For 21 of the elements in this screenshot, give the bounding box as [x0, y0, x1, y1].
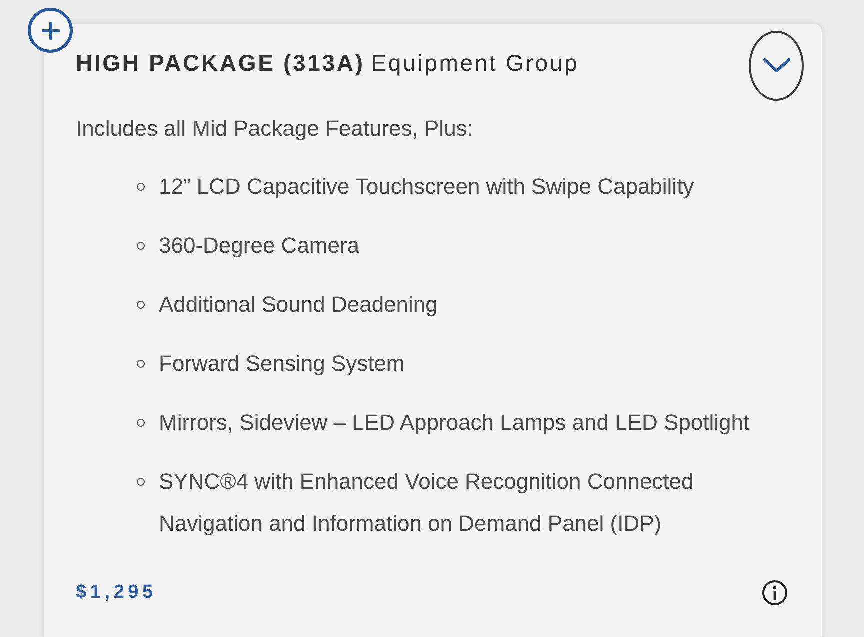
bullet-icon: [137, 301, 145, 309]
add-button[interactable]: [28, 8, 73, 53]
feature-text: 360-Degree Camera: [159, 232, 361, 260]
feature-text: Additional Sound Deadening: [159, 291, 439, 319]
feature-text: Mirrors, Sideview – LED Approach Lamps and LED Spotlight: [159, 409, 751, 437]
expand-button[interactable]: [749, 31, 804, 101]
feature-text: SYNC®4 with Enhanced Voice Recognition Connected Navigation and Information on Demand Panel (IDP): [159, 468, 695, 538]
feature-text: Forward Sensing System: [159, 350, 406, 378]
bullet-icon: [137, 360, 145, 368]
plus-icon: [42, 22, 60, 40]
price: $1,295: [76, 581, 157, 605]
feature-text: 12” LCD Capacitive Touchscreen with Swipe Capability: [159, 173, 696, 201]
bullet-icon: [137, 419, 145, 427]
bullet-icon: [137, 183, 145, 191]
package-code: HIGH PACKAGE (313A): [76, 50, 365, 76]
intro-text: Includes all Mid Package Features, Plus:: [76, 115, 474, 143]
info-icon[interactable]: [762, 580, 788, 606]
package-group: Equipment Group: [371, 50, 580, 76]
bullet-icon: [137, 242, 145, 250]
chevron-down-icon: [762, 58, 790, 74]
bullet-icon: [137, 478, 145, 486]
